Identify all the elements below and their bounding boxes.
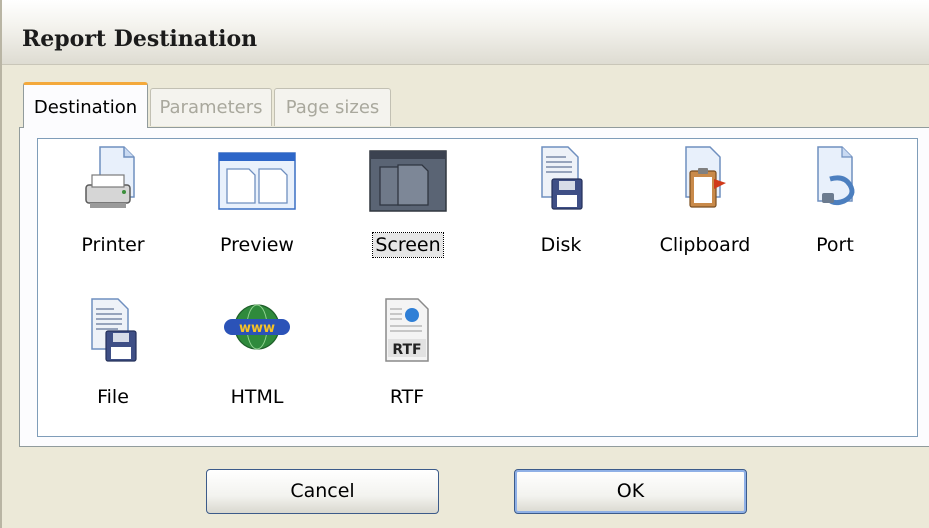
disk-icon [526, 145, 596, 215]
destination-item-html[interactable]: www HTML [202, 297, 312, 409]
svg-text:www: www [239, 321, 275, 336]
title-bar[interactable]: Report Destination [2, 0, 929, 65]
destination-label: Printer [81, 234, 145, 256]
destination-item-file[interactable]: File [58, 297, 168, 409]
destination-label: Preview [220, 234, 294, 256]
screen-icon [369, 145, 447, 215]
file-icon [78, 297, 148, 367]
tab-parameters[interactable]: Parameters [150, 88, 272, 126]
destination-item-disk[interactable]: Disk [506, 145, 616, 257]
destination-item-port[interactable]: Port [780, 145, 890, 257]
destination-item-clipboard[interactable]: Clipboard [650, 145, 760, 257]
clipboard-icon [670, 145, 740, 215]
destination-item-printer[interactable]: Printer [58, 145, 168, 257]
ok-button[interactable]: OK [514, 469, 747, 514]
preview-icon [218, 145, 296, 215]
report-destination-dialog: Report Destination Destination Parameter… [0, 0, 929, 528]
html-icon: www [222, 297, 292, 367]
destination-label: RTF [389, 386, 425, 408]
destination-label: File [97, 386, 129, 408]
dialog-title: Report Destination [22, 26, 258, 52]
destination-label: Disk [540, 234, 582, 256]
rtf-icon: RTF [372, 297, 442, 367]
svg-text:RTF: RTF [392, 342, 421, 358]
destination-item-preview[interactable]: Preview [202, 145, 312, 257]
tab-page-sizes[interactable]: Page sizes [274, 88, 391, 126]
destination-label: Port [816, 234, 854, 256]
cancel-button[interactable]: Cancel [206, 469, 439, 514]
tab-destination[interactable]: Destination [23, 82, 148, 128]
destination-list[interactable]: Printer Preview Screen Disk Clipboard Po… [37, 138, 918, 437]
destination-label: HTML [230, 386, 284, 408]
printer-icon [78, 145, 148, 215]
port-icon [800, 145, 870, 215]
destination-item-rtf[interactable]: RTF RTF [352, 297, 462, 409]
destination-item-screen[interactable]: Screen [353, 145, 463, 258]
destination-label: Clipboard [659, 234, 751, 256]
destination-label: Screen [372, 232, 444, 258]
